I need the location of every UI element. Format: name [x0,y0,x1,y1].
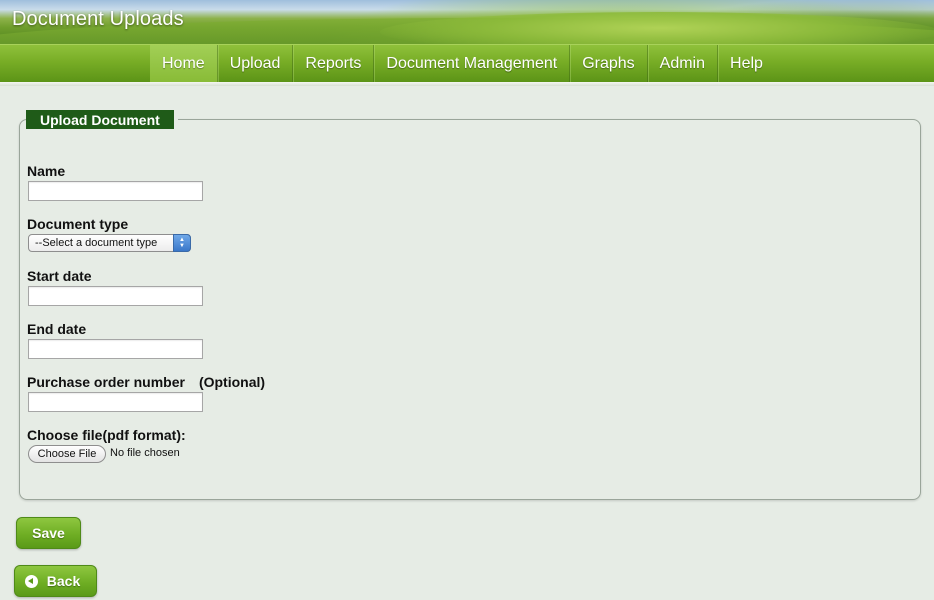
purchase-order-label-text: Purchase order number [27,374,185,390]
save-button[interactable]: Save [16,517,81,549]
choose-file-label: Choose file(pdf format): [27,427,186,443]
back-arrow-icon [24,574,38,588]
nav-item-document-management[interactable]: Document Management [374,45,571,83]
document-type-selected: --Select a document type [35,237,158,249]
nav-item-home[interactable]: Home [150,45,218,83]
name-label: Name [27,163,66,179]
end-date-input[interactable] [28,339,203,359]
end-date-label: End date [27,321,87,337]
name-input[interactable] [28,181,203,201]
nav-list: Home Upload Reports Document Management … [150,45,775,83]
back-button[interactable]: Back [14,565,97,597]
site-title: Document Uploads [12,8,184,30]
nav-item-reports[interactable]: Reports [293,45,375,83]
back-button-label: Back [46,573,81,589]
purchase-order-input[interactable] [28,392,203,412]
nav-item-graphs[interactable]: Graphs [570,45,648,83]
nav-item-help[interactable]: Help [718,45,775,83]
nav-item-upload[interactable]: Upload [218,45,294,83]
optional-note: (Optional) [198,374,266,390]
start-date-label: Start date [27,268,92,284]
nav-item-admin[interactable]: Admin [648,45,719,83]
start-date-input[interactable] [28,286,203,306]
purchase-order-label: Purchase order number (Optional) [27,374,265,390]
nav-divider [0,82,934,86]
upload-document-legend: Upload Document [26,110,178,129]
document-type-select[interactable]: --Select a document type ▲ ▼ [28,234,191,252]
main-nav: Home Upload Reports Document Management … [0,44,934,83]
document-type-label: Document type [27,216,129,232]
select-arrows-icon: ▲ ▼ [173,234,191,252]
header-banner: Document Uploads [0,0,934,44]
choose-file-button[interactable]: Choose File [28,445,106,463]
file-status-text: No file chosen [110,447,180,459]
